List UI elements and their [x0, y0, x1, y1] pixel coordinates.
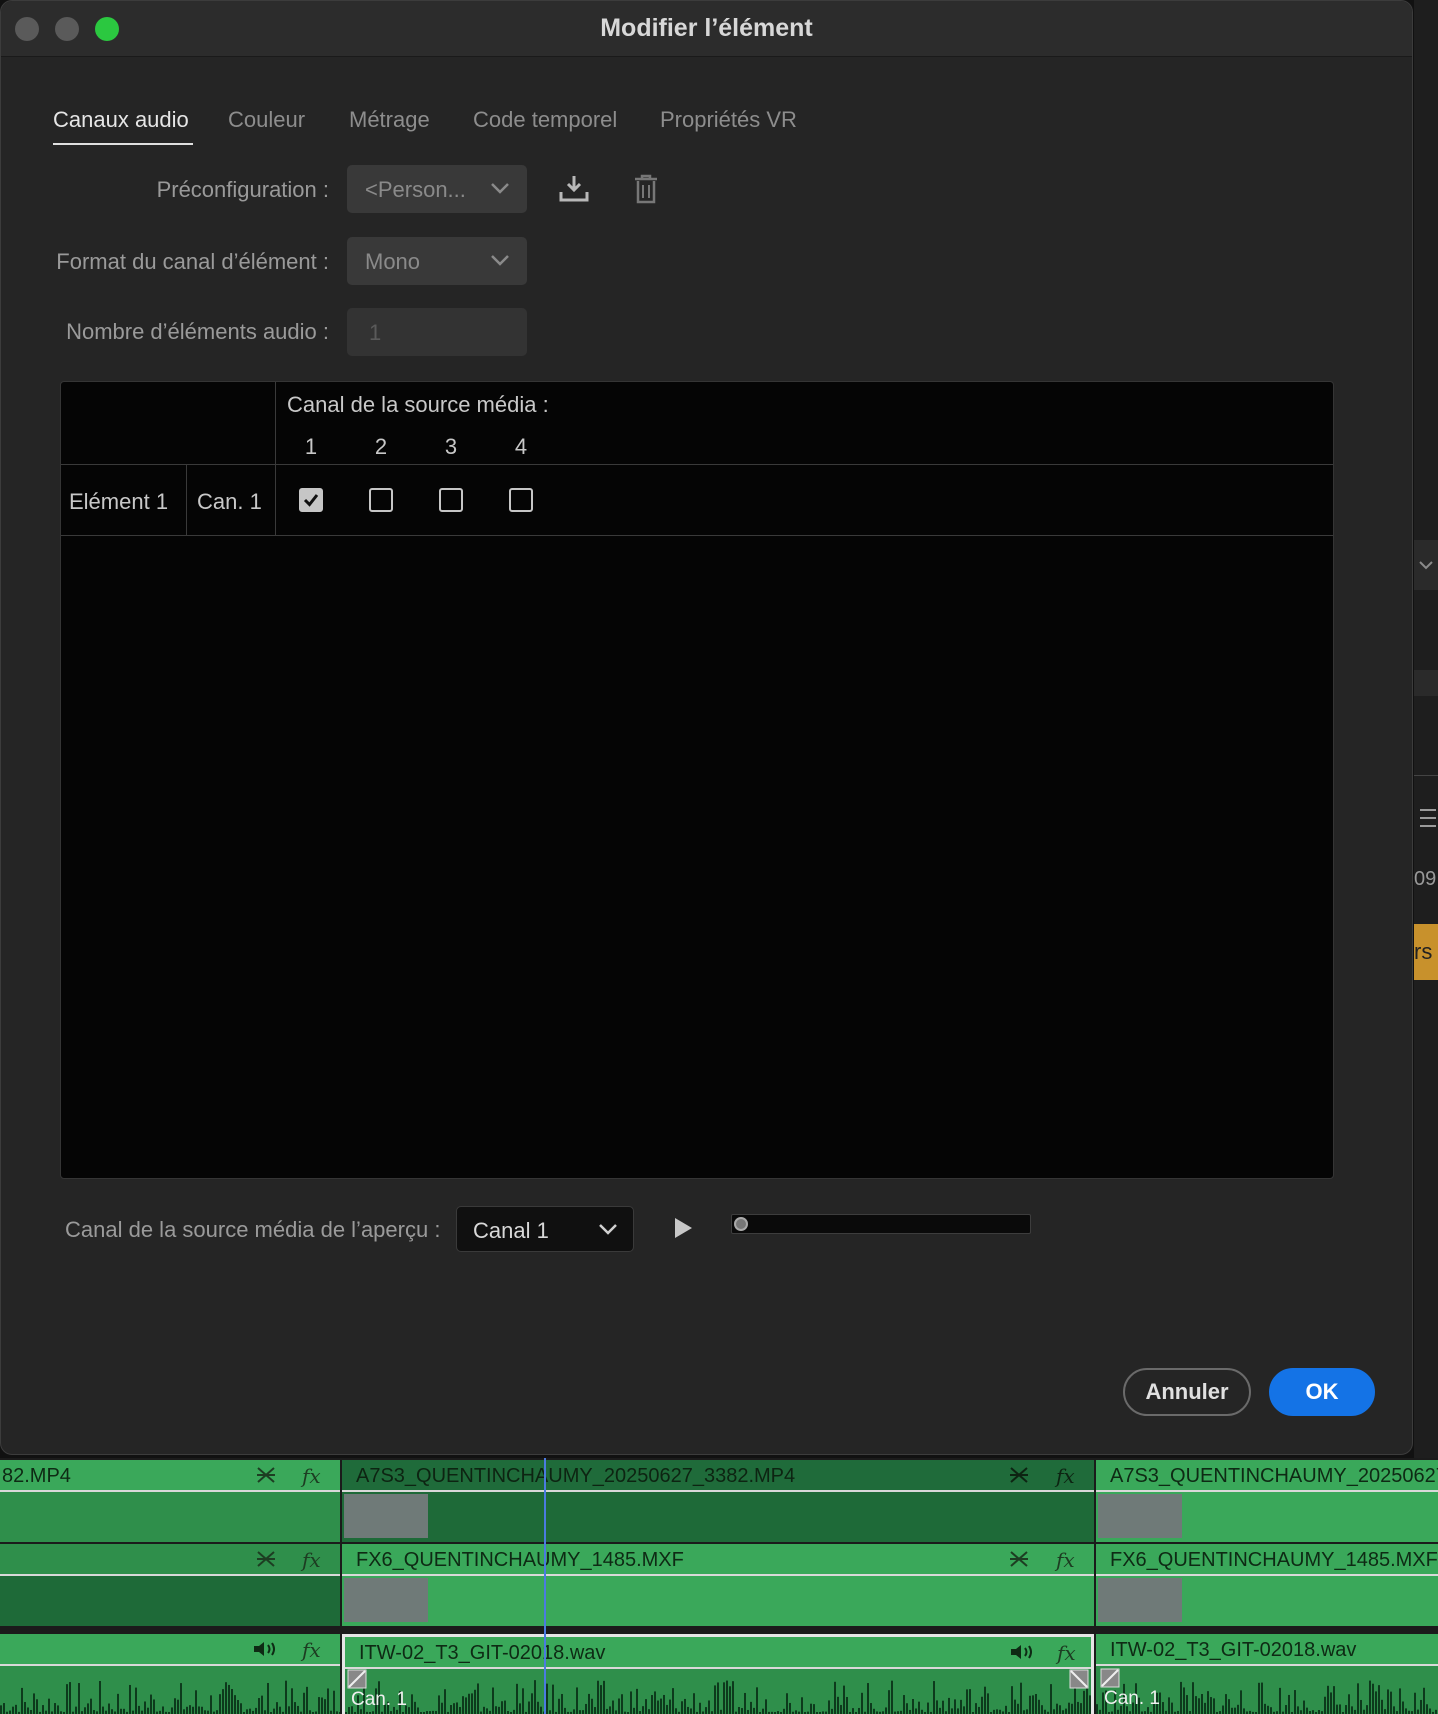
- preset-value: <Person...: [365, 177, 466, 202]
- tab-color[interactable]: Couleur: [228, 107, 305, 133]
- timeline-panel: 82.MP4 fx A7S3_QUENTINCHAUMY_20250627_33…: [0, 1458, 1438, 1714]
- background-field: [1414, 670, 1438, 696]
- background-badge: rs: [1414, 924, 1438, 980]
- background-dropdown: [1414, 540, 1438, 590]
- background-divider: [1414, 775, 1438, 776]
- clip-channel-label: Can. 1: [351, 1689, 407, 1710]
- matrix-row-channel: Can. 1: [197, 489, 262, 514]
- matrix-checkbox-1[interactable]: [299, 488, 323, 512]
- fx-icon: fx: [1057, 1641, 1076, 1665]
- clip-name: ITW-02_T3_GIT-02018.wav: [359, 1642, 606, 1664]
- title-bar: Modifier l’élément: [1, 1, 1412, 57]
- matrix-divider: [275, 382, 276, 535]
- scrubber-handle[interactable]: [734, 1217, 748, 1231]
- matrix-divider: [186, 465, 187, 535]
- channel-format-dropdown[interactable]: Mono: [347, 237, 527, 285]
- clip-name: ITW-02_T3_GIT-02018.wav: [1110, 1639, 1357, 1661]
- speaker-icon: [1011, 1645, 1032, 1659]
- channel-format-label: Format du canal d’élément :: [56, 249, 329, 274]
- clip-name: 82.MP4: [2, 1465, 71, 1487]
- clip-name: FX6_QUENTINCHAUMY_1485.MXF: [356, 1549, 684, 1571]
- clip-name: A7S3_QUENTINCHAUMY_20250627_3382.MP4: [356, 1465, 796, 1487]
- trash-icon[interactable]: [629, 172, 663, 206]
- unlink-icon: [257, 1551, 275, 1567]
- clip-name: A7S3_QUENTINCHAUMY_20250627: [1110, 1465, 1438, 1487]
- unlink-icon: [1010, 1551, 1028, 1567]
- matrix-column-4: 4: [514, 434, 528, 459]
- dialog-title: Modifier l’élément: [600, 14, 813, 42]
- unlink-icon: [257, 1467, 275, 1483]
- fx-icon: fx: [1056, 1548, 1075, 1572]
- timeline-clip[interactable]: ITW-02_T3_GIT-02018.wav Can. 1: [1096, 1634, 1438, 1714]
- preset-dropdown[interactable]: <Person...: [347, 165, 527, 213]
- fx-icon: fx: [302, 1464, 321, 1488]
- keyframe-handle-icon[interactable]: [1069, 1669, 1089, 1689]
- unlink-icon: [1010, 1467, 1028, 1483]
- clip-thumbnail: [1098, 1578, 1182, 1622]
- matrix-column-3: 3: [444, 434, 458, 459]
- clip-name: FX6_QUENTINCHAUMY_1485.MXF: [1110, 1549, 1438, 1571]
- preview-scrubber[interactable]: [731, 1214, 1031, 1234]
- keyframe-handle-icon[interactable]: [347, 1669, 367, 1689]
- background-menu-icon: [1414, 800, 1438, 836]
- matrix-divider: [61, 464, 1333, 465]
- chevron-down-icon: [599, 1224, 617, 1235]
- clip-thumbnail: [344, 1578, 428, 1622]
- clip-count-label: Nombre d’éléments audio :: [66, 319, 329, 344]
- matrix-checkbox-4[interactable]: [509, 488, 533, 512]
- timeline-clip[interactable]: fx: [0, 1634, 340, 1714]
- preview-channel-dropdown[interactable]: Canal 1: [456, 1206, 634, 1252]
- timeline-clip[interactable]: A7S3_QUENTINCHAUMY_20250627_3382.MP4 fx: [342, 1460, 1094, 1542]
- preset-label: Préconfiguration :: [156, 177, 329, 202]
- tab-footage[interactable]: Métrage: [349, 107, 430, 133]
- fx-icon: fx: [1056, 1464, 1075, 1488]
- matrix-checkbox-3[interactable]: [439, 488, 463, 512]
- background-text: 09: [1414, 868, 1437, 890]
- preview-channel-value: Canal 1: [473, 1218, 549, 1243]
- playhead[interactable]: [544, 1458, 546, 1714]
- clip-thumbnail: [1098, 1494, 1182, 1538]
- channel-format-value: Mono: [365, 249, 421, 274]
- chevron-down-icon: [491, 183, 509, 194]
- speaker-icon: [254, 1642, 275, 1656]
- cancel-button[interactable]: Annuler: [1123, 1368, 1251, 1416]
- timeline-clip[interactable]: fx: [0, 1544, 340, 1626]
- matrix-header: Canal de la source média :: [287, 392, 549, 417]
- matrix-row-clip: Elément 1: [69, 489, 169, 514]
- background-panel: [1414, 0, 1438, 1460]
- checkmark-icon: [303, 494, 319, 507]
- save-preset-icon[interactable]: [557, 172, 591, 206]
- channel-matrix: Canal de la source média : 1 2 3 4 Eléme…: [60, 381, 1334, 1179]
- clip-count-input[interactable]: 1: [347, 308, 527, 356]
- ok-button[interactable]: OK: [1269, 1368, 1375, 1416]
- clip-thumbnail: [344, 1494, 428, 1538]
- tab-timecode[interactable]: Code temporel: [473, 107, 617, 133]
- matrix-checkbox-2[interactable]: [369, 488, 393, 512]
- play-icon[interactable]: [671, 1215, 695, 1241]
- fx-icon: fx: [302, 1548, 321, 1572]
- preview-channel-label: Canal de la source média de l’aperçu :: [65, 1217, 441, 1242]
- matrix-column-1: 1: [304, 434, 318, 459]
- modify-clip-dialog: Modifier l’élément Canaux audio Couleur …: [0, 0, 1413, 1455]
- tab-audio-channels[interactable]: Canaux audio: [53, 107, 193, 145]
- keyframe-handle-icon[interactable]: [1100, 1668, 1120, 1688]
- timeline-clip[interactable]: 82.MP4 fx: [0, 1460, 340, 1542]
- tab-vr-properties[interactable]: Propriétés VR: [660, 107, 797, 133]
- timeline-clip[interactable]: A7S3_QUENTINCHAUMY_20250627: [1096, 1460, 1438, 1542]
- timeline-clip[interactable]: FX6_QUENTINCHAUMY_1485.MXF fx: [342, 1544, 1094, 1626]
- fx-icon: fx: [302, 1638, 321, 1662]
- audio-waveform: [0, 1680, 340, 1714]
- clip-channel-label: Can. 1: [1104, 1688, 1160, 1709]
- audio-waveform: [345, 1680, 1091, 1714]
- chevron-down-icon: [491, 255, 509, 266]
- matrix-column-2: 2: [374, 434, 388, 459]
- matrix-divider: [61, 535, 1333, 536]
- timeline-clip-selected[interactable]: ITW-02_T3_GIT-02018.wav fx Can. 1: [342, 1634, 1094, 1714]
- timeline-clip[interactable]: FX6_QUENTINCHAUMY_1485.MXF: [1096, 1544, 1438, 1626]
- clip-count-value: 1: [369, 320, 382, 345]
